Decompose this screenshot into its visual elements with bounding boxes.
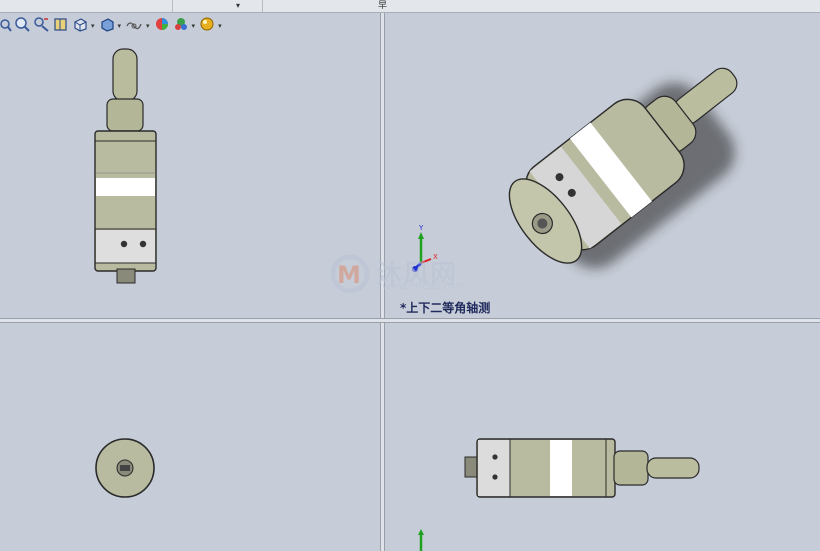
- watermark-url: www.mfcad.com: [382, 281, 465, 292]
- part-right-view: [418, 438, 700, 551]
- display-style-icon[interactable]: [99, 16, 115, 36]
- watermark: M 沐风网 www.mfcad.com: [328, 252, 498, 296]
- viewport-top[interactable]: [0, 323, 380, 551]
- section-view-icon[interactable]: [53, 16, 69, 36]
- command-manager-strip: ▾ 早: [0, 0, 820, 13]
- chevron-down-icon[interactable]: ▾: [218, 22, 222, 30]
- chevron-down-icon[interactable]: ▾: [91, 22, 95, 30]
- chevron-down-icon[interactable]: ▾: [192, 22, 196, 30]
- edit-appearance-icon[interactable]: [154, 16, 170, 36]
- chevron-down-icon[interactable]: ▾: [146, 22, 150, 30]
- view-settings-icon[interactable]: [199, 16, 215, 36]
- apply-scene-icon[interactable]: [173, 16, 189, 36]
- triad-y-label: Y: [418, 224, 424, 232]
- viewport-right[interactable]: [385, 323, 820, 551]
- heads-up-view-toolbar: ▾ ▾ ▾ ▾ ▾: [0, 16, 226, 36]
- chevron-down-icon[interactable]: ▾: [118, 22, 122, 30]
- view-orientation-label: *上下二等角轴测: [400, 301, 491, 315]
- part-front-view: [94, 48, 157, 284]
- zoom-to-area-icon[interactable]: [15, 16, 31, 36]
- part-top-view: [95, 438, 155, 498]
- toolbar-separator: [172, 0, 173, 12]
- zoom-to-fit-icon[interactable]: [0, 17, 12, 36]
- watermark-logo: M: [330, 254, 370, 294]
- chevron-down-icon[interactable]: ▾: [236, 1, 240, 11]
- svg-text:M: M: [337, 261, 361, 289]
- view-orientation-icon[interactable]: [72, 16, 88, 36]
- previous-view-icon[interactable]: [34, 16, 50, 36]
- viewport-splitter-horizontal[interactable]: [0, 318, 820, 323]
- window-title-glyph: 早: [378, 1, 388, 11]
- viewport-front[interactable]: [0, 13, 380, 318]
- toolbar-separator: [262, 0, 263, 12]
- hide-show-items-icon[interactable]: [125, 17, 143, 36]
